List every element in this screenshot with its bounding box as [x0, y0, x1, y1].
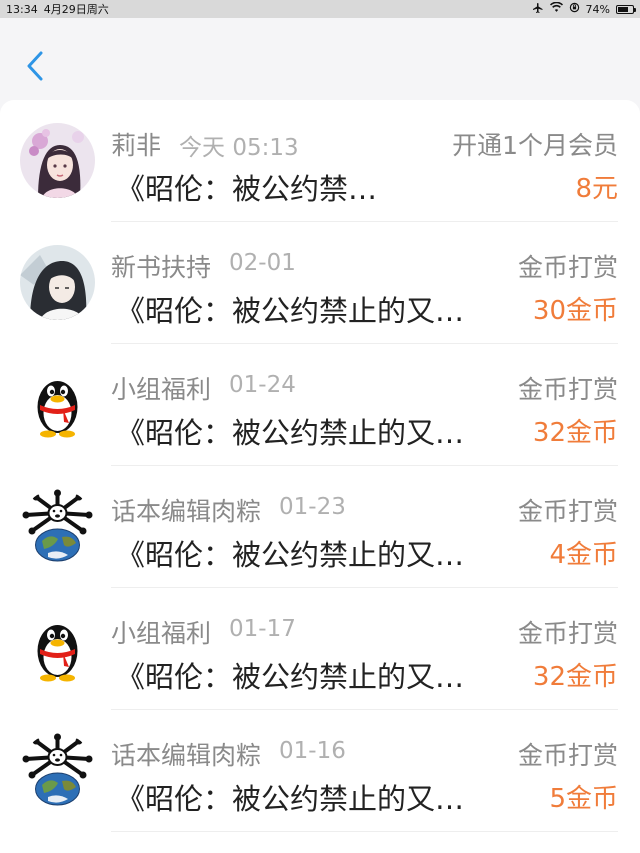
timestamp: 01-24	[229, 372, 296, 398]
timestamp: 01-17	[229, 616, 296, 642]
list-item-1[interactable]: 莉非 今天 05:13 开通1个月会员 《昭伦：被公约禁… 8元	[0, 100, 640, 222]
status-date: 4月29日周六	[43, 3, 109, 16]
timestamp: 今天 05:13	[179, 135, 299, 161]
divider	[111, 831, 618, 832]
sender-name: 小组福利	[111, 375, 212, 404]
book-title: 《昭伦：被公约禁止的又…	[116, 660, 465, 694]
back-button[interactable]	[20, 48, 50, 84]
penguin-avatar	[20, 611, 95, 686]
sender-name: 莉非	[111, 131, 162, 160]
sender-name: 话本编辑肉粽	[111, 497, 262, 526]
book-title: 《昭伦：被公约禁止的又…	[116, 538, 465, 572]
anime-girl-avatar	[20, 123, 95, 198]
battery-icon	[616, 4, 636, 14]
earth-dog-avatar	[20, 489, 95, 564]
status-time: 13:34	[6, 2, 38, 16]
list-item-4[interactable]: 话本编辑肉粽 01-23 金币打赏 《昭伦：被公约禁止的又… 4金币	[0, 466, 640, 588]
reward-amount: 4金币	[549, 540, 618, 570]
reward-amount: 32金币	[532, 418, 618, 448]
sender-name: 小组福利	[111, 619, 212, 648]
reward-type: 开通1个月会员	[452, 131, 618, 160]
timestamp: 01-23	[279, 494, 346, 520]
reward-type: 金币打赏	[517, 741, 618, 770]
status-bar: 13:34 4月29日周六 74%	[0, 0, 640, 18]
book-title: 《昭伦：被公约禁止的又…	[116, 782, 465, 816]
battery-percent: 74%	[585, 2, 610, 16]
sender-name: 话本编辑肉粽	[111, 741, 262, 770]
reward-amount: 8元	[575, 174, 618, 204]
list-item-2[interactable]: 新书扶持 02-01 金币打赏 《昭伦：被公约禁止的又… 30金币	[0, 222, 640, 344]
reward-type: 金币打赏	[517, 619, 618, 648]
reward-amount: 5金币	[549, 784, 618, 814]
sender-name: 新书扶持	[111, 253, 212, 282]
anime-boy-avatar	[20, 245, 95, 320]
book-title: 《昭伦：被公约禁止的又…	[116, 416, 465, 450]
list-item-6[interactable]: 话本编辑肉粽 01-16 金币打赏 《昭伦：被公约禁止的又… 5金币	[0, 710, 640, 832]
nav-bar	[0, 18, 640, 100]
timestamp: 02-01	[229, 250, 296, 276]
list-item-5[interactable]: 小组福利 01-17 金币打赏 《昭伦：被公约禁止的又… 32金币	[0, 588, 640, 710]
reward-amount: 30金币	[532, 296, 618, 326]
status-left: 13:34 4月29日周六	[6, 1, 109, 17]
reward-type: 金币打赏	[517, 253, 618, 282]
list-item-3[interactable]: 小组福利 01-24 金币打赏 《昭伦：被公约禁止的又… 32金币	[0, 344, 640, 466]
earth-dog-avatar	[20, 733, 95, 808]
reward-list: 莉非 今天 05:13 开通1个月会员 《昭伦：被公约禁… 8元 新书扶持 02…	[0, 100, 640, 853]
timestamp: 01-16	[279, 738, 346, 764]
book-title: 《昭伦：被公约禁…	[116, 172, 378, 206]
airplane-icon	[532, 2, 544, 17]
wifi-icon	[549, 1, 563, 16]
reward-type: 金币打赏	[517, 497, 618, 526]
battery-fill	[618, 6, 629, 12]
chevron-left-icon	[27, 51, 43, 81]
penguin-avatar	[20, 367, 95, 442]
book-title: 《昭伦：被公约禁止的又…	[116, 294, 465, 328]
reward-type: 金币打赏	[517, 375, 618, 404]
reward-amount: 32金币	[532, 662, 618, 692]
lock-rotation-icon	[569, 2, 580, 16]
status-right: 74%	[532, 1, 636, 17]
